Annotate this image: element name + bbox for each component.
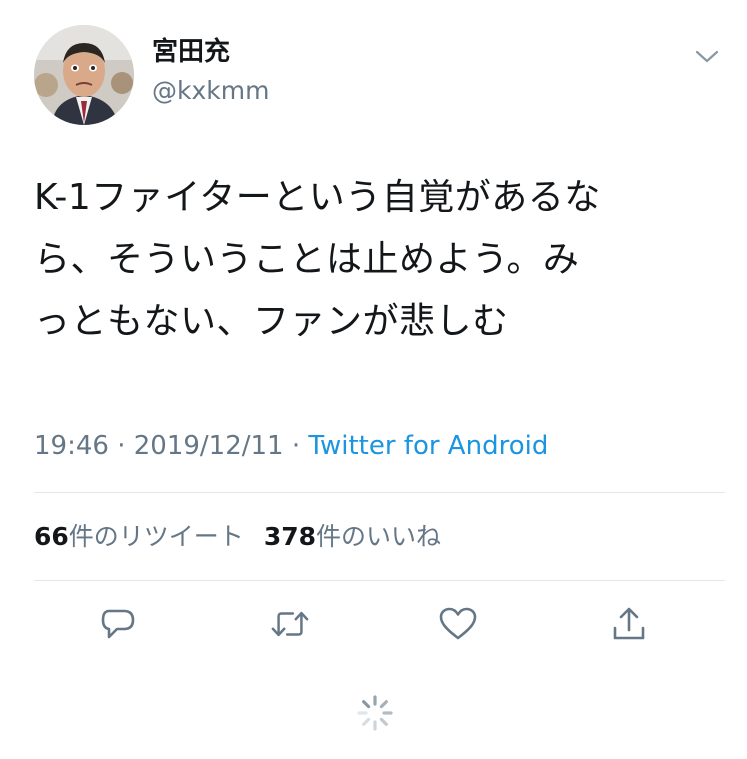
avatar-image <box>34 25 134 125</box>
reply-icon <box>101 609 135 639</box>
retweets-stat[interactable]: 66件のリツイート <box>34 522 244 551</box>
likes-label: 件のいいね <box>316 522 442 551</box>
tweet-time: 19:46 <box>34 431 109 461</box>
likes-stat[interactable]: 378件のいいね <box>264 522 441 551</box>
tweet-meta: 19:46 · 2019/12/11 · Twitter for Android <box>34 429 548 463</box>
divider <box>34 580 725 581</box>
avatar[interactable] <box>34 25 134 125</box>
chevron-down-icon[interactable] <box>692 44 722 70</box>
retweet-icon <box>271 611 309 637</box>
divider <box>34 492 725 493</box>
display-name[interactable]: 宮田充 <box>152 36 230 68</box>
retweets-count: 66 <box>34 522 69 551</box>
tweet-stats: 66件のリツイート 378件のいいね <box>34 521 441 553</box>
retweet-button[interactable] <box>270 604 310 644</box>
share-icon <box>613 607 645 640</box>
tweet-source-link[interactable]: Twitter for Android <box>308 431 548 461</box>
share-button[interactable] <box>609 604 649 644</box>
heart-icon <box>439 607 477 640</box>
meta-separator: · <box>108 431 134 461</box>
tweet-date: 2019/12/11 <box>133 431 284 461</box>
user-handle[interactable]: @kxkmm <box>152 75 269 107</box>
meta-separator: · <box>283 431 309 461</box>
reply-button[interactable] <box>98 604 138 644</box>
loading-spinner-icon <box>355 693 395 733</box>
tweet-detail: 宮田充 @kxkmm K-1ファイターという自覚があるな ら、そういうことは止め… <box>0 0 747 759</box>
tweet-text: K-1ファイターという自覚があるな ら、そういうことは止めよう。み っともない、… <box>34 177 601 342</box>
like-button[interactable] <box>438 604 478 644</box>
likes-count: 378 <box>263 522 316 551</box>
retweets-label: 件のリツイート <box>68 522 244 551</box>
